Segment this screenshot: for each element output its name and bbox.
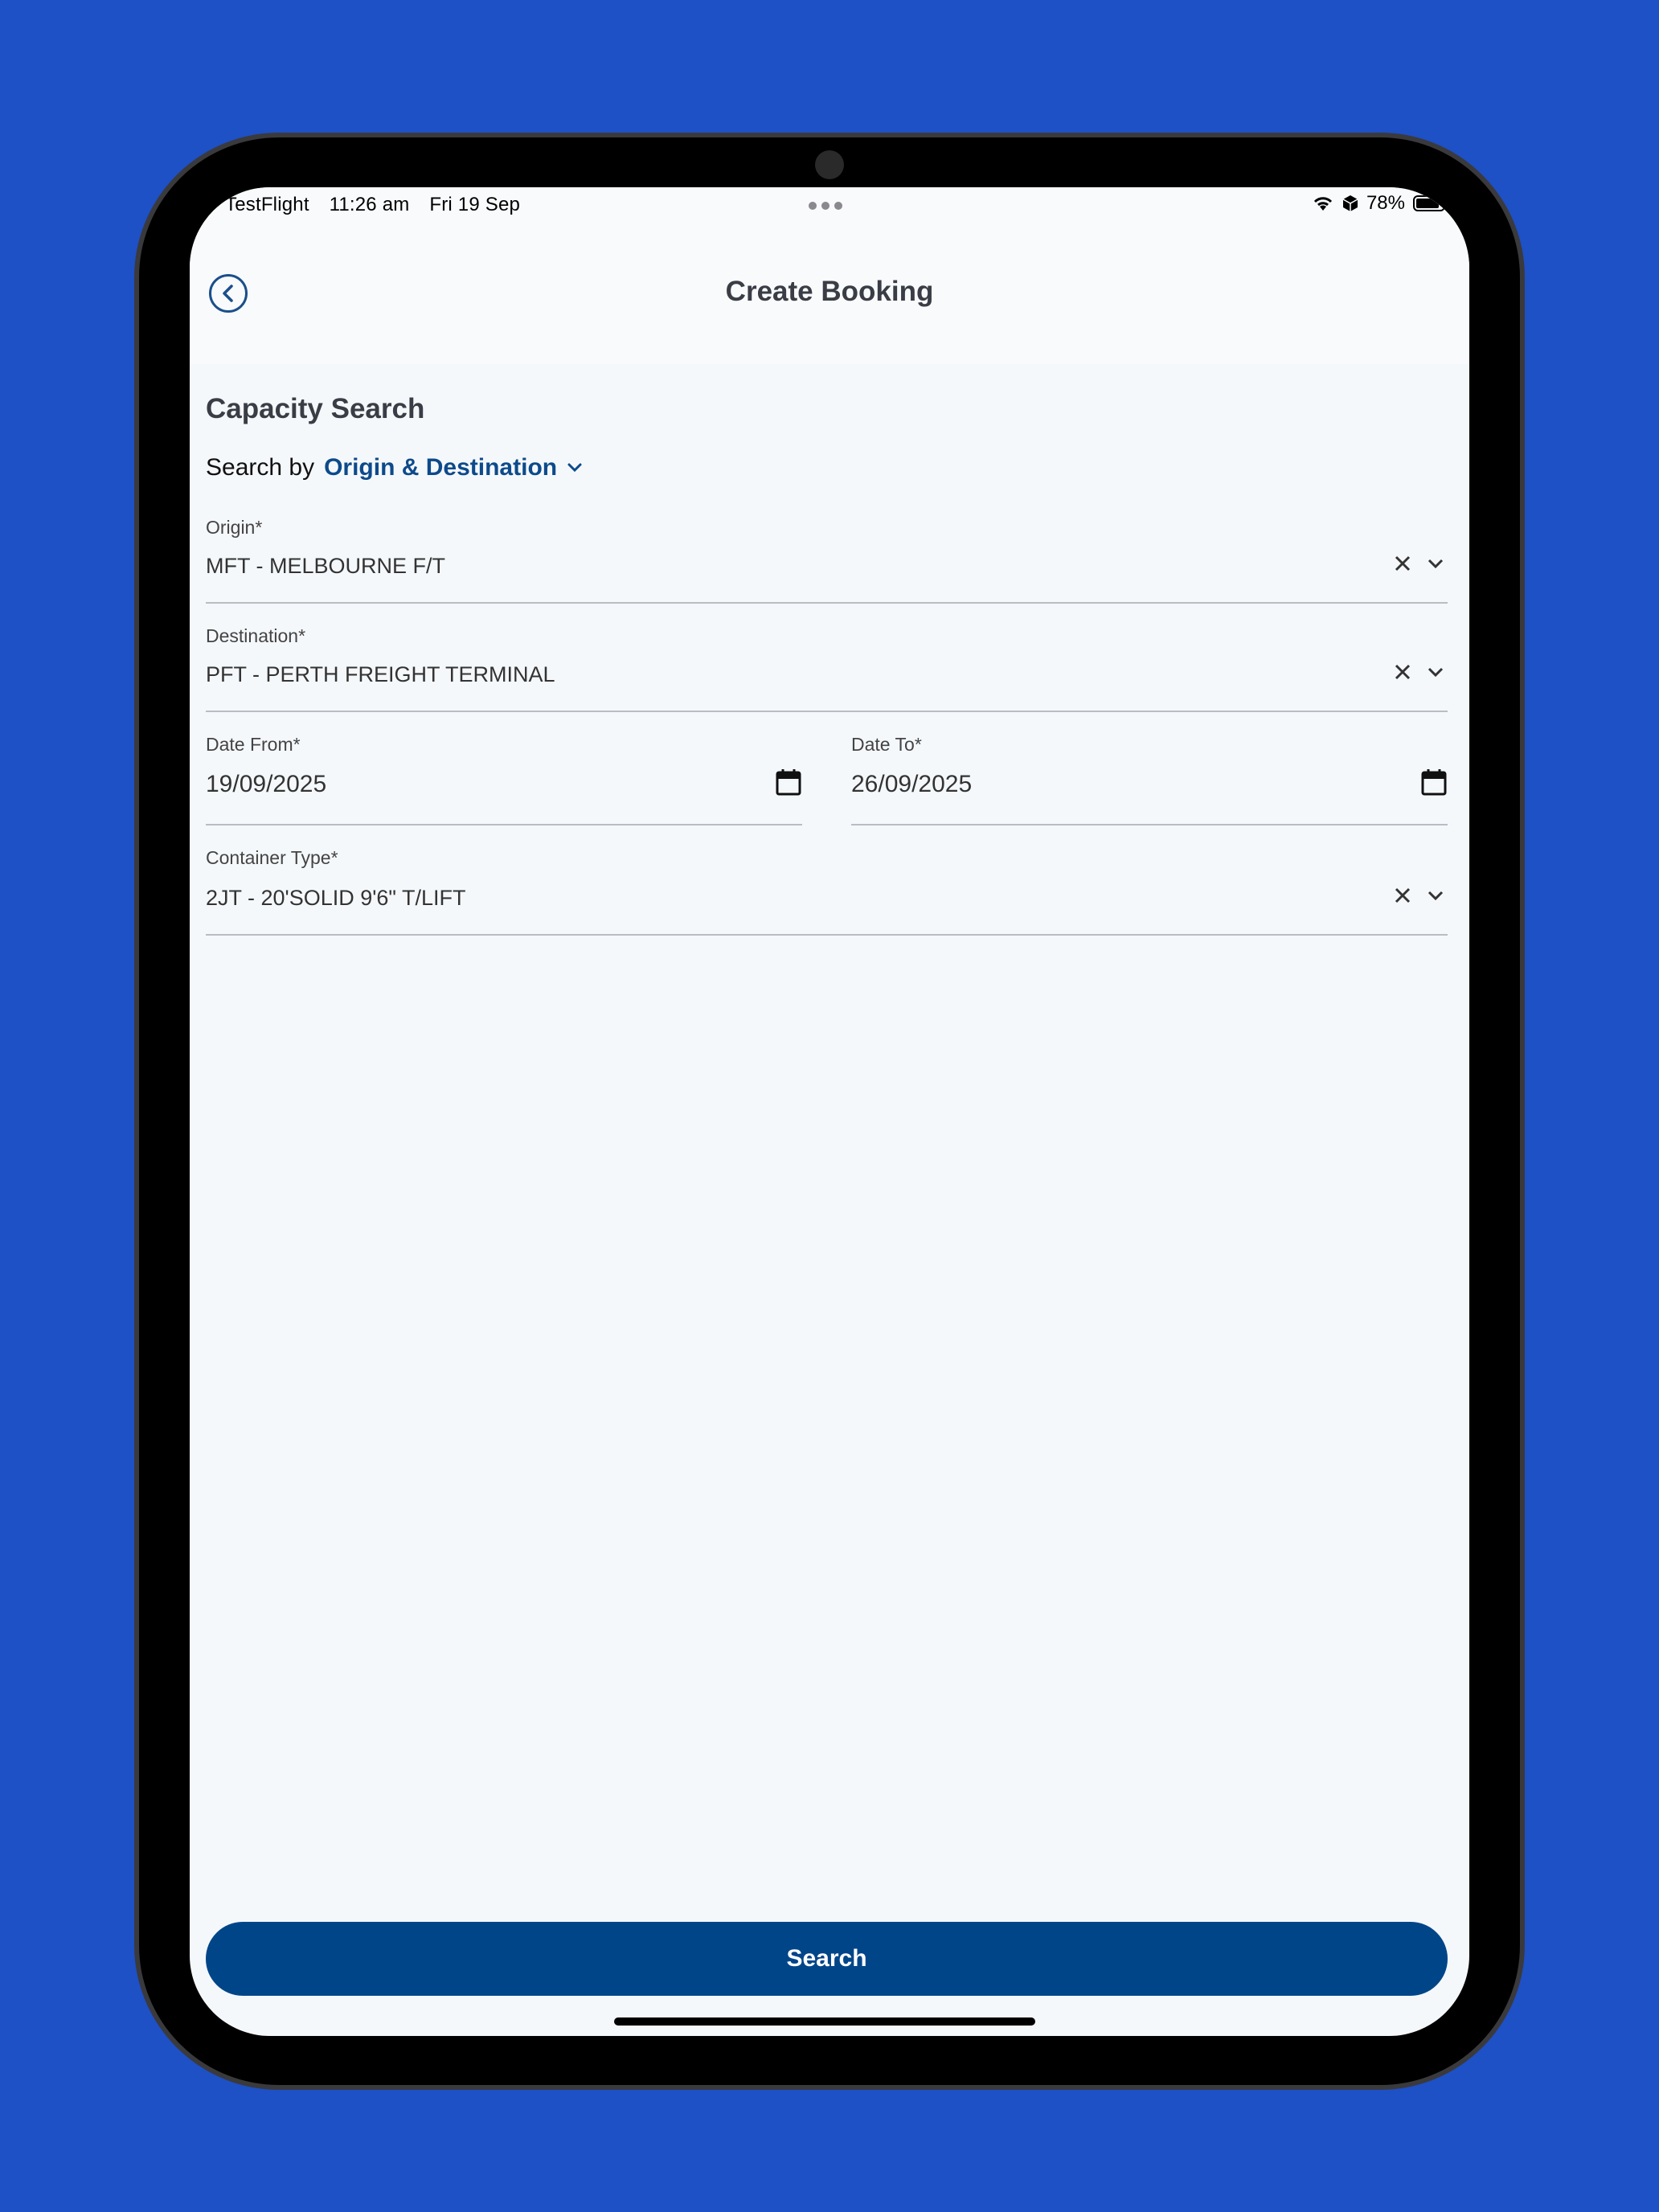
container-type-field[interactable]: Container Type* 2JT - 20'SOLID 9'6" T/LI… xyxy=(206,847,1448,936)
battery-icon xyxy=(1413,195,1445,211)
destination-field[interactable]: Destination* PFT - PERTH FREIGHT TERMINA… xyxy=(206,625,1448,712)
date-from-label: Date From* xyxy=(206,734,301,755)
search-by-row: Search by Origin & Destination xyxy=(206,454,583,481)
date-from-field[interactable]: Date From* 19/09/2025 xyxy=(206,734,802,825)
origin-label: Origin* xyxy=(206,517,263,538)
app-screen: TestFlight 11:26 am Fri 19 Sep 78% Creat… xyxy=(190,187,1469,2036)
nav-header: Create Booking xyxy=(190,236,1469,364)
destination-value[interactable]: PFT - PERTH FREIGHT TERMINAL xyxy=(206,662,555,687)
battery-percent: 78% xyxy=(1366,192,1405,214)
origin-field[interactable]: Origin* MFT - MELBOURNE F/T xyxy=(206,517,1448,604)
home-indicator[interactable] xyxy=(614,2017,1035,2026)
date-from-value[interactable]: 19/09/2025 xyxy=(206,771,326,798)
search-by-label: Search by xyxy=(206,454,315,481)
status-date: Fri 19 Sep xyxy=(429,194,521,215)
date-from-icons xyxy=(775,768,802,797)
status-bar: TestFlight 11:26 am Fri 19 Sep 78% xyxy=(190,187,1469,236)
date-to-label: Date To* xyxy=(851,734,922,755)
date-to-icons xyxy=(1420,768,1448,797)
date-to-value[interactable]: 26/09/2025 xyxy=(851,771,972,798)
container-type-icons xyxy=(1393,886,1444,905)
search-button[interactable]: Search xyxy=(206,1922,1448,1996)
status-left: TestFlight 11:26 am Fri 19 Sep xyxy=(225,194,535,216)
status-app-name[interactable]: TestFlight xyxy=(225,194,309,215)
front-camera xyxy=(815,150,844,179)
origin-value[interactable]: MFT - MELBOURNE F/T xyxy=(206,554,445,579)
status-time: 11:26 am xyxy=(329,194,410,215)
multitasking-dots-icon[interactable] xyxy=(809,202,842,210)
clear-container-type-icon[interactable] xyxy=(1393,886,1412,905)
chevron-down-icon xyxy=(567,463,582,473)
page-title: Create Booking xyxy=(725,276,934,307)
container-type-dropdown-chevron-icon[interactable] xyxy=(1427,889,1444,902)
destination-label: Destination* xyxy=(206,625,306,646)
clear-destination-icon[interactable] xyxy=(1393,662,1412,682)
status-right: 78% xyxy=(1312,192,1445,215)
wifi-icon xyxy=(1313,197,1333,211)
section-title: Capacity Search xyxy=(206,393,425,424)
container-type-label: Container Type* xyxy=(206,847,338,868)
clear-origin-icon[interactable] xyxy=(1393,554,1412,573)
calendar-icon[interactable] xyxy=(1420,768,1448,797)
destination-icons xyxy=(1393,662,1444,682)
calendar-icon[interactable] xyxy=(775,768,802,797)
origin-dropdown-chevron-icon[interactable] xyxy=(1427,557,1444,570)
container-type-value[interactable]: 2JT - 20'SOLID 9'6" T/LIFT xyxy=(206,886,466,911)
destination-dropdown-chevron-icon[interactable] xyxy=(1427,666,1444,678)
date-to-field[interactable]: Date To* 26/09/2025 xyxy=(851,734,1448,825)
search-by-value: Origin & Destination xyxy=(324,454,558,481)
origin-icons xyxy=(1393,554,1444,573)
vpn-cube-icon xyxy=(1342,195,1358,211)
search-by-dropdown[interactable]: Origin & Destination xyxy=(324,454,583,481)
